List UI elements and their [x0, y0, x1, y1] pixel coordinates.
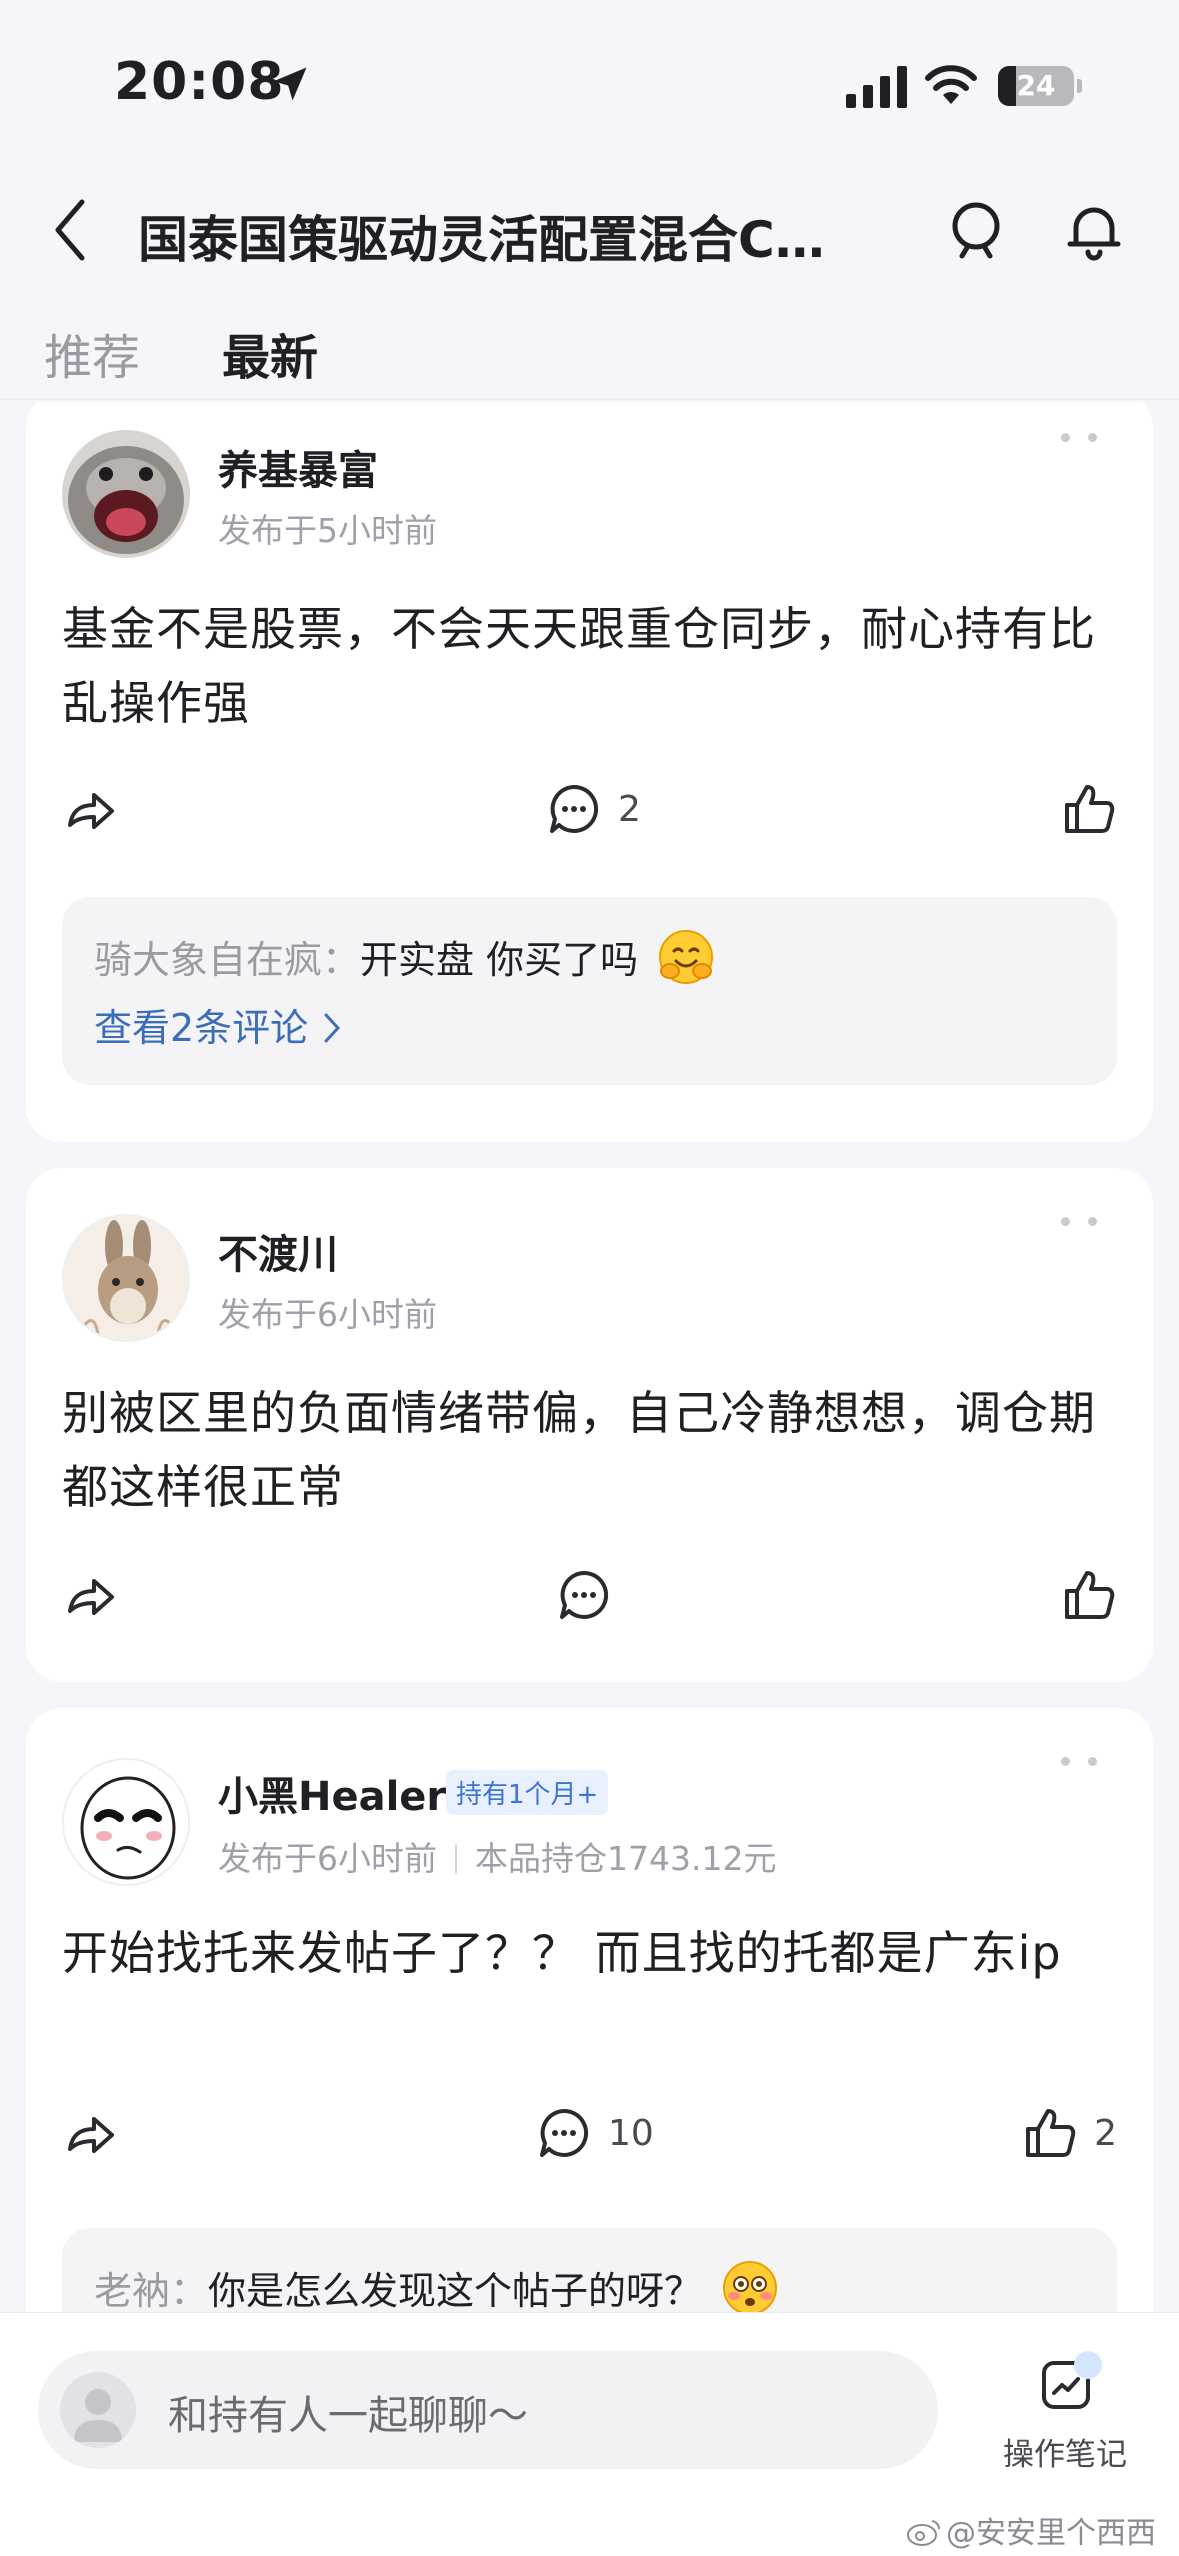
post-time: 发布于6小时前 [218, 1288, 437, 1336]
comment-button[interactable] [556, 1560, 612, 1630]
view-comments-label: 查看2条评论 [94, 1006, 309, 1050]
operation-notes-label: 操作笔记 [1003, 2437, 1127, 2473]
comment-count: 10 [608, 2112, 654, 2154]
post-content[interactable]: 别被区里的负面情绪带偏，自己冷静想想，调仓期都这样很正常 [62, 1376, 1122, 1524]
user-avatar [60, 2372, 136, 2448]
comment-preview-line: 骑大象自在疯：开实盘 你买了吗 [94, 927, 716, 987]
back-button[interactable] [40, 192, 100, 268]
comment-bubble-icon [550, 784, 599, 833]
status-bar: 20:08 24 [0, 0, 1179, 150]
comment-bubble-icon [560, 1570, 609, 1619]
post-meta: 发布于6小时前 本品持仓1743.12元 [218, 1832, 776, 1880]
post-time-text: 发布于6小时前 [218, 1295, 437, 1334]
post-time-text: 发布于5小时前 [218, 511, 437, 550]
avatar[interactable] [62, 430, 190, 558]
post-content[interactable]: 基金不是股票，不会天天跟重仓同步，耐心持有比乱操作强 [62, 592, 1122, 740]
share-icon [68, 793, 114, 829]
comment-preview[interactable]: 老衲：你是怎么发现这个帖子的呀？ [62, 2228, 1117, 2312]
seal-avatar-image [62, 430, 190, 558]
wifi-icon [925, 65, 977, 104]
comment-author[interactable]: 老衲： [94, 2269, 208, 2312]
watermark: @安安里个西西 [906, 2508, 1156, 2552]
thumbs-up-icon [1065, 1571, 1115, 1619]
status-time: 20:08 [114, 52, 285, 112]
comment-preview-line: 老衲：你是怎么发现这个帖子的呀？ [94, 2258, 780, 2312]
username[interactable]: 养基暴富 [218, 438, 378, 496]
like-count: 2 [1094, 2112, 1117, 2154]
post-feed[interactable]: 养基暴富 发布于5小时前 基金不是股票，不会天天跟重仓同步，耐心持有比乱操作强 … [0, 402, 1179, 2312]
share-icon [68, 2117, 114, 2153]
default-user-icon [74, 2389, 122, 2442]
post-card: 小黑Healer 持有1个月+ 发布于6小时前 本品持仓1743.12元 开始找托… [26, 1708, 1153, 2312]
search-icon[interactable] [944, 198, 1008, 262]
more-options-icon[interactable] [1061, 1214, 1097, 1228]
like-button[interactable] [1061, 1560, 1117, 1630]
share-button[interactable] [62, 1560, 118, 1630]
share-icon [68, 1579, 114, 1615]
share-button[interactable] [62, 2098, 118, 2168]
post-content[interactable]: 开始找托来发帖子了？？ 而且找的托都是广东ip [62, 1916, 1122, 1990]
cellular-signal-icon [846, 66, 907, 108]
comment-text: 你是怎么发现这个帖子的呀？ [208, 2269, 703, 2312]
avatar[interactable] [62, 1758, 190, 1886]
battery-indicator: 24 [998, 66, 1082, 106]
chevron-left-icon [55, 199, 85, 261]
avatar[interactable] [62, 1214, 190, 1342]
username[interactable]: 小黑Healer [218, 1764, 446, 1822]
post-card: 不渡川 发布于6小时前 别被区里的负面情绪带偏，自己冷静想想，调仓期都这样很正常 [26, 1168, 1153, 1682]
comment-count: 2 [618, 788, 641, 830]
battery-level: 24 [1016, 69, 1056, 102]
view-comments-link[interactable]: 查看2条评论 [94, 997, 344, 1052]
chevron-right-icon [324, 1013, 341, 1043]
comment-preview[interactable]: 骑大象自在疯：开实盘 你买了吗 查看2条评论 [62, 897, 1117, 1085]
comment-bubble-icon [540, 2108, 589, 2157]
watermark-text: @安安里个西西 [946, 2516, 1156, 2551]
username[interactable]: 不渡川 [218, 1222, 338, 1280]
operation-notes-button[interactable]: 操作笔记 [990, 2351, 1140, 2497]
rabbit-avatar-image [64, 1216, 188, 1340]
chat-input[interactable]: 和持有人一起聊聊～ [38, 2351, 938, 2469]
page-title: 国泰国策驱动灵活配置混合C… [138, 211, 825, 269]
nav-bar: 国泰国策驱动灵活配置混合C… [0, 180, 1179, 280]
hugging-face-emoji-icon [659, 930, 714, 984]
holding-badge: 持有1个月+ [446, 1770, 609, 1815]
bell-icon[interactable] [1062, 198, 1126, 262]
post-card: 养基暴富 发布于5小时前 基金不是股票，不会天天跟重仓同步，耐心持有比乱操作强 … [26, 402, 1153, 1142]
like-button[interactable]: 2 [1022, 2098, 1117, 2168]
flushed-face-emoji-icon [723, 2261, 778, 2312]
post-time: 发布于5小时前 [218, 504, 437, 552]
more-options-icon[interactable] [1061, 1754, 1097, 1768]
weibo-logo-icon [907, 2520, 941, 2546]
comment-text: 开实盘 你买了吗 [360, 938, 639, 982]
feed-tabs: 推荐 最新 [0, 300, 1179, 400]
thumbs-up-icon [1026, 2109, 1076, 2157]
tab-latest[interactable]: 最新 [222, 318, 318, 388]
meme-face-avatar-image [64, 1760, 188, 1884]
location-arrow-icon [273, 67, 307, 101]
holding-amount: 本品持仓1743.12元 [475, 1839, 777, 1878]
comment-button[interactable]: 10 [536, 2098, 654, 2168]
tab-recommended[interactable]: 推荐 [44, 318, 140, 388]
thumbs-up-icon [1065, 785, 1115, 833]
chat-placeholder: 和持有人一起聊聊～ [168, 2393, 528, 2439]
comment-author[interactable]: 骑大象自在疯： [94, 938, 360, 982]
like-button[interactable] [1061, 774, 1117, 844]
comment-button[interactable]: 2 [546, 774, 641, 844]
post-time-text: 发布于6小时前 [218, 1839, 437, 1878]
share-button[interactable] [62, 774, 118, 844]
notes-badge-dot [1074, 2351, 1102, 2379]
more-options-icon[interactable] [1061, 430, 1097, 444]
